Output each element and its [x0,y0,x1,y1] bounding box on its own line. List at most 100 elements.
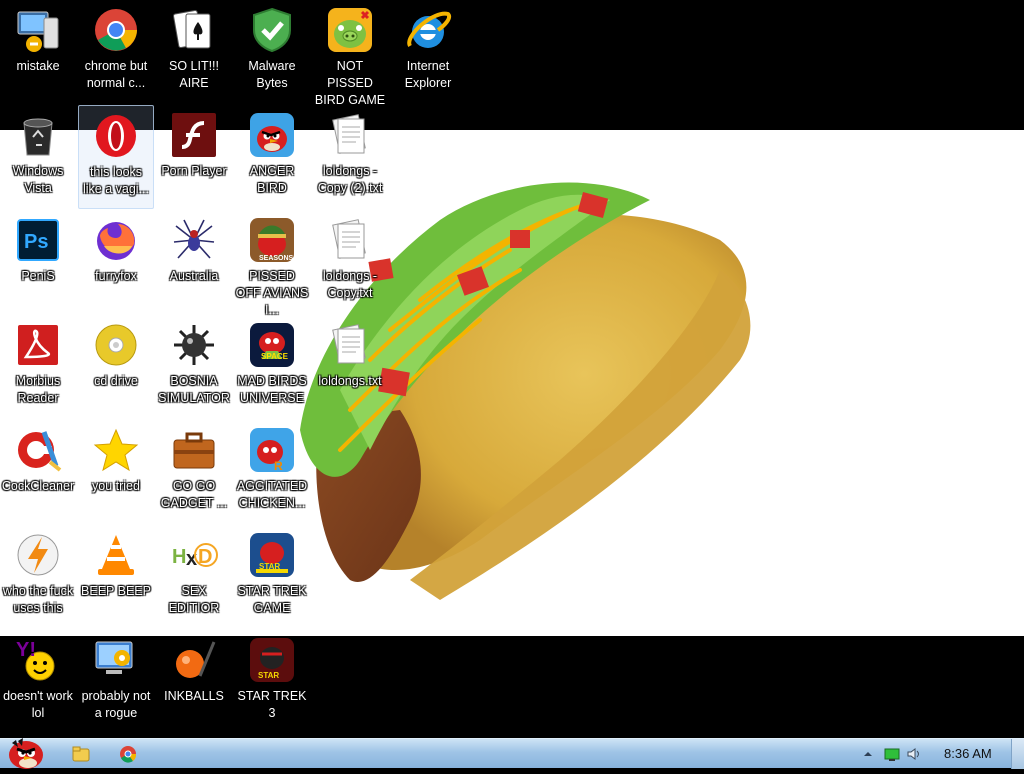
desktop-icon[interactable]: Porn Player [156,105,232,209]
angry-birds-seasons-icon: SEASONS [248,216,296,264]
desktop-icon[interactable]: Morbius Reader [0,315,76,419]
desktop-icon-label: loldongs - Copy (2).txt [317,164,383,195]
desktop-icon-label: MAD BIRDS UNIVERSE [237,374,307,405]
svg-text:STAR: STAR [259,562,280,571]
desktop-icon-label: probably not a rogue [81,689,151,720]
desktop-icon[interactable]: Windows Vista [0,105,76,209]
inkball-icon [170,636,218,684]
desktop-icon[interactable]: who the fuck uses this [0,525,76,629]
desktop-icon-label: SEX EDITIOR [168,584,220,615]
recycle-bin-icon [14,111,62,159]
desktop-icon[interactable]: SEASONS PISSED OFF AVIANS I... [234,210,310,317]
computer-icon [14,6,62,54]
show-hidden-icons-icon[interactable] [860,746,876,762]
desktop-icon-label: Australia [169,269,219,283]
angry-birds-star-wars-icon: STAR [248,531,296,579]
desktop-icon-label: GO GO GADGET ... [160,479,228,510]
firefox-icon [92,216,140,264]
desktop-icon-label: furryfox [95,269,137,283]
desktop-icon[interactable]: loldongs - Copy.txt [312,210,388,314]
desktop-icon[interactable]: Y! doesn't work lol [0,630,76,734]
desktop-icon[interactable]: R AGGITATED CHICKEN... [234,420,310,524]
desktop-icon[interactable]: probably not a rogue [78,630,154,734]
desktop-icon[interactable]: CockCleaner [0,420,76,524]
desktop-icon[interactable]: cd drive [78,315,154,419]
text-file-icon [326,111,374,159]
svg-text:Y!: Y! [16,639,36,661]
desktop-icon-label: BEEP BEEP [81,584,151,598]
desktop-icon-label: Internet Explorer [404,59,452,90]
desktop-icon[interactable]: Hx D SEX EDITIOR [156,525,232,629]
text-file-icon [326,321,374,369]
desktop-icon-label: ANGER BIRD [249,164,295,195]
desktop-icon[interactable]: SO LIT!!! AIRE [156,0,232,104]
desktop-icon[interactable]: SPACE MAD BIRDS UNIVERSE [234,315,310,419]
green-pig-icon [326,6,374,54]
control-panel-icon [92,636,140,684]
desktop-icon-label: cd drive [94,374,138,388]
shield-icon [248,6,296,54]
desktop-icon[interactable]: NOT PISSED BIRD GAME [312,0,388,107]
folder-icon [72,746,90,762]
network-icon[interactable] [884,746,900,762]
desktop-icon[interactable]: furryfox [78,210,154,314]
desktop-icon[interactable]: loldongs.txt [312,315,388,419]
show-desktop-button[interactable] [1011,739,1024,769]
solitaire-icon [170,6,218,54]
desktop-icon-label: chrome but normal c... [84,59,148,90]
desktop-icon[interactable]: you tried [78,420,154,524]
svg-text:Ps: Ps [24,231,48,253]
photoshop-icon: Ps [14,216,62,264]
desktop-icon[interactable]: Internet Explorer [390,0,466,104]
taskbar-clock[interactable]: 8:36 AM [944,746,992,761]
angry-birds-star-wars-2-icon: STAR [248,636,296,684]
cd-icon [92,321,140,369]
winamp-icon [14,531,62,579]
taskbar-explorer-button[interactable] [66,742,94,766]
briefcase-icon [170,426,218,474]
svg-text:H: H [172,546,186,568]
angry-bird-start-icon [9,738,43,769]
desktop-icon-label: who the fuck uses this [2,584,74,615]
desktop-icon[interactable]: Australia [156,210,232,314]
start-button[interactable] [2,733,46,769]
spider-icon [170,216,218,264]
desktop-icon[interactable]: Ps PeniS [0,210,76,314]
desktop-icon[interactable]: loldongs - Copy (2).txt [312,105,388,209]
acrobat-icon [14,321,62,369]
desktop-icon-label: BOSNIA SIMULATOR [158,374,230,405]
desktop-icon-label: CockCleaner [1,479,75,493]
volume-icon[interactable] [906,746,922,762]
desktop-icon-label: this looks like a vagi... [82,165,149,196]
desktop-icon-label: you tried [92,479,140,493]
desktop-icon[interactable]: STAR STAR TREK GAME [234,525,310,629]
desktop: mistake chrome but normal c... SO LIT!!! A… [0,0,1024,738]
angry-birds-rio-icon: R [248,426,296,474]
chrome-icon [92,6,140,54]
desktop-icon[interactable]: INKBALLS [156,630,232,734]
desktop-icon-label: Windows Vista [12,164,64,195]
desktop-icon-label: Morbius Reader [15,374,61,405]
desktop-icon[interactable]: GO GO GADGET ... [156,420,232,524]
text-file-icon [326,216,374,264]
desktop-icon-label: loldongs.txt [318,374,382,388]
desktop-icon[interactable]: BOSNIA SIMULATOR [156,315,232,419]
mine-icon [170,321,218,369]
desktop-icon[interactable]: mistake [0,0,76,104]
desktop-icon-label: mistake [16,59,60,73]
desktop-icon-label: loldongs - Copy.txt [322,269,378,300]
ccleaner-icon [14,426,62,474]
desktop-icon-label: doesn't work lol [3,689,73,720]
angry-bird-icon [248,111,296,159]
desktop-icon[interactable]: STAR STAR TREK 3 [234,630,310,734]
taskbar-chrome-button[interactable] [114,742,142,766]
star-icon [92,426,140,474]
desktop-icon[interactable]: this looks like a vagi... [78,105,154,209]
svg-text:SEASONS: SEASONS [259,255,294,262]
hxd-icon: HxD [170,531,218,579]
desktop-icon[interactable]: Malware Bytes [234,0,310,104]
desktop-icon[interactable]: BEEP BEEP [78,525,154,629]
desktop-icon[interactable]: ANGER BIRD [234,105,310,209]
desktop-icon[interactable]: chrome but normal c... [78,0,154,104]
desktop-icon-label: INKBALLS [164,689,224,703]
